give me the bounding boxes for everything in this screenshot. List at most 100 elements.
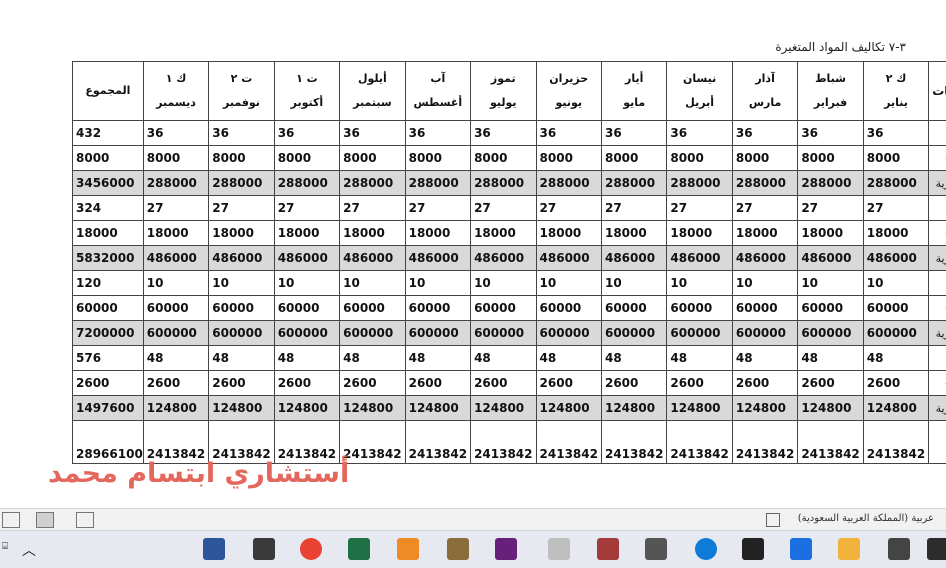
- table-row: تكلفة المواد الشهرية60000060000060000060…: [73, 321, 946, 346]
- word-icon[interactable]: [203, 538, 225, 560]
- table-row: تكلفة المواد للمنتج180001800018000180001…: [73, 221, 946, 246]
- value-cell: 10: [601, 271, 666, 296]
- edge-icon[interactable]: [695, 538, 717, 560]
- header-product: المنتج أو مجموعة المنتجات: [929, 62, 946, 121]
- value-cell: 8000: [274, 146, 339, 171]
- value-cell: 10: [863, 271, 928, 296]
- value-cell: 486000: [601, 246, 666, 271]
- value-cell: 2413842: [601, 421, 666, 464]
- value-cell: 600000: [601, 321, 666, 346]
- value-cell: 8000: [863, 146, 928, 171]
- value-cell: 2413842: [536, 421, 601, 464]
- value-cell: 124800: [143, 396, 208, 421]
- value-cell: 2600: [667, 371, 732, 396]
- value-cell: 8000: [601, 146, 666, 171]
- tools-icon[interactable]: [447, 538, 469, 560]
- shield-icon[interactable]: [742, 538, 764, 560]
- taskbar: ⌸ ︿: [0, 530, 946, 568]
- value-cell: 2413842: [667, 421, 732, 464]
- value-cell: 18000: [536, 221, 601, 246]
- value-cell: 60000: [405, 296, 470, 321]
- value-cell: 600000: [732, 321, 797, 346]
- value-cell: 600000: [471, 321, 536, 346]
- excel-icon[interactable]: [348, 538, 370, 560]
- metric-cell: كمية المبيعات: [929, 346, 946, 371]
- value-cell: 18000: [274, 221, 339, 246]
- value-cell: 36: [667, 121, 732, 146]
- value-cell: 36: [209, 121, 274, 146]
- value-cell: 2413842: [405, 421, 470, 464]
- winrar-icon[interactable]: [597, 538, 619, 560]
- xampp-icon[interactable]: [397, 538, 419, 560]
- file-icon[interactable]: [548, 538, 570, 560]
- print-layout-icon[interactable]: [36, 512, 54, 528]
- visual-studio-icon[interactable]: [495, 538, 517, 560]
- value-cell: 60000: [798, 296, 863, 321]
- value-cell: 10: [209, 271, 274, 296]
- total-cell: 324: [73, 196, 144, 221]
- language-indicator[interactable]: عربية (المملكة العربية السعودية): [798, 513, 934, 524]
- photos-icon[interactable]: [253, 538, 275, 560]
- value-cell: 10: [405, 271, 470, 296]
- value-cell: 600000: [536, 321, 601, 346]
- value-cell: 10: [536, 271, 601, 296]
- metric-cell: تكلفة المواد الشهرية: [929, 321, 946, 346]
- value-cell: 27: [405, 196, 470, 221]
- read-mode-icon[interactable]: [2, 512, 20, 528]
- value-cell: 124800: [405, 396, 470, 421]
- value-cell: 124800: [274, 396, 339, 421]
- value-cell: 48: [863, 346, 928, 371]
- value-cell: 8000: [732, 146, 797, 171]
- value-cell: 36: [863, 121, 928, 146]
- value-cell: 18000: [667, 221, 732, 246]
- calculator-icon[interactable]: [645, 538, 667, 560]
- value-cell: 8000: [340, 146, 405, 171]
- value-cell: 18000: [209, 221, 274, 246]
- value-cell: 486000: [143, 246, 208, 271]
- value-cell: 48: [667, 346, 732, 371]
- metric-cell: مجموع تكلفة المواد الشهرية: [929, 421, 946, 464]
- header-month: تموزيوليو: [471, 62, 536, 121]
- app-icon[interactable]: [927, 538, 946, 560]
- value-cell: 486000: [667, 246, 732, 271]
- value-cell: 27: [340, 196, 405, 221]
- value-cell: 2600: [798, 371, 863, 396]
- value-cell: 18000: [340, 221, 405, 246]
- value-cell: 2600: [340, 371, 405, 396]
- total-cell: 2600: [73, 371, 144, 396]
- value-cell: 60000: [732, 296, 797, 321]
- value-cell: 18000: [863, 221, 928, 246]
- total-cell: 1497600: [73, 396, 144, 421]
- value-cell: 288000: [863, 171, 928, 196]
- web-layout-icon[interactable]: [76, 512, 94, 528]
- value-cell: 18000: [798, 221, 863, 246]
- value-cell: 36: [274, 121, 339, 146]
- table-row: تكلفة المواد للمنتج600006000060000600006…: [73, 296, 946, 321]
- bluetooth-icon[interactable]: [790, 538, 812, 560]
- folder-icon[interactable]: [838, 538, 860, 560]
- input-indicator-icon[interactable]: ⌸: [2, 541, 8, 552]
- value-cell: 27: [536, 196, 601, 221]
- total-cell: 60000: [73, 296, 144, 321]
- value-cell: 486000: [274, 246, 339, 271]
- value-cell: 60000: [471, 296, 536, 321]
- value-cell: 124800: [667, 396, 732, 421]
- accessibility-icon[interactable]: [766, 513, 780, 527]
- value-cell: 60000: [601, 296, 666, 321]
- value-cell: 486000: [732, 246, 797, 271]
- value-cell: 2413842: [732, 421, 797, 464]
- value-cell: 2600: [405, 371, 470, 396]
- value-cell: 600000: [274, 321, 339, 346]
- metric-cell: كمية المبيعات: [929, 271, 946, 296]
- value-cell: 8000: [471, 146, 536, 171]
- mail-icon[interactable]: [888, 538, 910, 560]
- value-cell: 18000: [471, 221, 536, 246]
- value-cell: 288000: [798, 171, 863, 196]
- value-cell: 2600: [601, 371, 666, 396]
- value-cell: 600000: [863, 321, 928, 346]
- chevron-up-icon[interactable]: ︿: [22, 540, 36, 560]
- chrome-icon[interactable]: [300, 538, 322, 560]
- metric-cell: تكلفة المواد للمنتج: [929, 296, 946, 321]
- header-row: المنتج أو مجموعة المنتجات ك ٢يناير شباطف…: [73, 62, 946, 121]
- value-cell: 27: [667, 196, 732, 221]
